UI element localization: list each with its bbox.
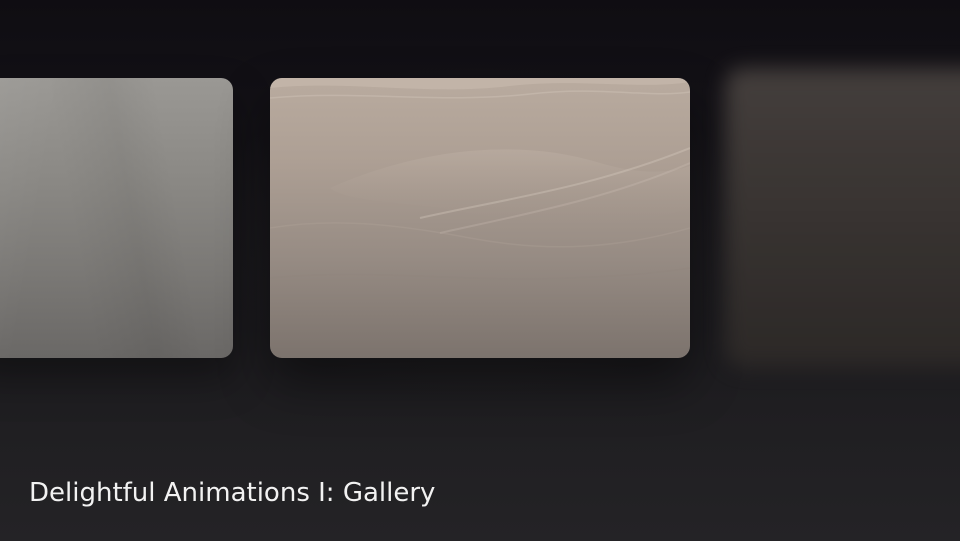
sand-dune-texture — [270, 78, 690, 280]
video-title: Delightful Animations I: Gallery — [29, 478, 436, 508]
fabric-texture — [0, 78, 233, 358]
gallery-card-right[interactable] — [725, 68, 960, 368]
gallery-card-center[interactable] — [270, 78, 690, 358]
gallery-card-left[interactable] — [0, 78, 233, 358]
gallery-stage: Delightful Animations I: Gallery — [0, 0, 960, 541]
